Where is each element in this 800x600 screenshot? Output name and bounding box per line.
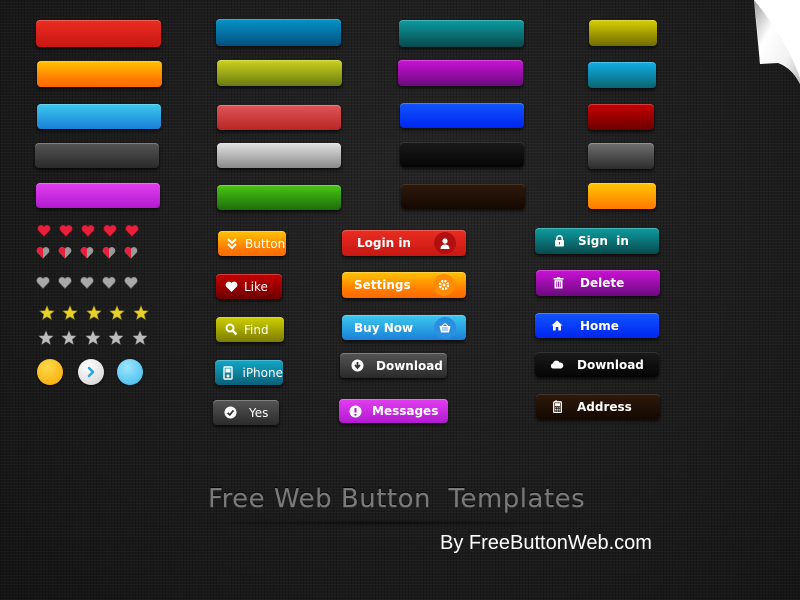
blue-circle-button[interactable]	[117, 359, 143, 385]
plain-button-teal[interactable]	[399, 20, 524, 47]
star-gold-icon[interactable]	[109, 305, 125, 325]
download-button-dark[interactable]: Download	[340, 353, 447, 378]
title-shadow-divider	[180, 520, 600, 526]
find-label: Find	[244, 322, 269, 337]
heart-full-icon[interactable]	[59, 223, 73, 242]
trash-icon	[551, 277, 565, 289]
user-icon	[434, 232, 456, 254]
ipod-icon	[219, 365, 236, 380]
plain-button-dark-gray[interactable]	[35, 143, 159, 168]
basket-icon	[434, 316, 456, 339]
yes-button[interactable]: Yes	[213, 400, 279, 425]
plain-button-brown[interactable]	[401, 184, 525, 209]
heart-full-icon[interactable]	[103, 223, 117, 242]
star-gold-icon[interactable]	[86, 305, 102, 325]
plain-button-cyan[interactable]	[588, 62, 656, 88]
star-gray-icon[interactable]	[108, 330, 124, 350]
plain-button-purple[interactable]	[398, 60, 523, 86]
heart-empty-icon[interactable]	[80, 275, 94, 294]
heart-full-icon[interactable]	[37, 223, 51, 242]
like-button[interactable]: Like	[216, 274, 282, 299]
buy-now-button[interactable]: Buy Now	[342, 315, 466, 340]
download-button-black[interactable]: Download	[535, 352, 659, 377]
settings-label: Settings	[354, 278, 411, 292]
heart-full-icon[interactable]	[81, 223, 95, 242]
settings-button[interactable]: Settings	[342, 272, 466, 298]
home-button[interactable]: Home	[535, 313, 659, 338]
next-arrow-circle-button[interactable]	[78, 359, 104, 385]
delete-button[interactable]: Delete	[536, 270, 660, 296]
iphone-label: iPhone	[242, 365, 283, 380]
plain-button-magenta[interactable]	[36, 183, 160, 208]
heart-empty-icon[interactable]	[102, 275, 116, 294]
star-gold-icon[interactable]	[39, 305, 55, 325]
plain-button-salmon-red[interactable]	[217, 105, 341, 130]
messages-label: Messages	[372, 404, 439, 418]
buy-now-label: Buy Now	[354, 320, 414, 335]
delete-label: Delete	[580, 276, 625, 290]
heart-empty-icon[interactable]	[124, 275, 138, 294]
plain-button-red[interactable]	[36, 20, 161, 47]
heart-half-icon[interactable]	[36, 245, 50, 264]
plain-button-blue[interactable]	[216, 19, 341, 46]
plain-button-black[interactable]	[400, 142, 524, 167]
login-label: Login in	[357, 236, 411, 250]
yellow-circle-button[interactable]	[37, 359, 63, 385]
credit-text: By FreeButtonWeb.com	[440, 532, 652, 554]
find-button[interactable]: Find	[216, 317, 284, 342]
sign-in-button[interactable]: Sign in	[535, 228, 659, 254]
star-gray-icon[interactable]	[132, 330, 148, 350]
sign-in-label: Sign in	[578, 234, 629, 248]
plain-button-sky-blue[interactable]	[37, 104, 161, 129]
heart-half-icon[interactable]	[124, 245, 138, 264]
heart-icon	[220, 281, 242, 293]
button-button[interactable]: Button	[218, 231, 286, 256]
download-circle-icon	[350, 359, 364, 373]
heart-half-icon[interactable]	[102, 245, 116, 264]
plain-button-graphite[interactable]	[588, 143, 654, 169]
plain-button-royal-blue[interactable]	[400, 103, 524, 128]
star-gray-icon[interactable]	[38, 330, 54, 350]
home-icon	[550, 320, 564, 331]
plain-button-silver[interactable]	[217, 143, 341, 168]
page-curl-icon	[754, 0, 800, 84]
plain-button-amber[interactable]	[588, 183, 656, 209]
page-title: Free Web Button Templates	[208, 484, 586, 514]
like-label: Like	[244, 279, 268, 294]
login-button[interactable]: Login in	[342, 230, 466, 256]
heart-empty-icon[interactable]	[36, 275, 50, 294]
lock-icon	[552, 235, 566, 247]
star-gray-icon[interactable]	[61, 330, 77, 350]
chevron-right-icon	[87, 366, 95, 378]
plain-button-orange[interactable]	[37, 61, 162, 87]
cloud-icon	[549, 360, 565, 369]
gear-icon	[433, 274, 455, 296]
plain-button-crimson[interactable]	[588, 104, 654, 130]
address-label: Address	[577, 399, 632, 414]
star-gold-icon[interactable]	[62, 305, 78, 325]
button-label: Button	[245, 236, 286, 251]
address-button[interactable]: Address	[536, 394, 660, 419]
messages-button[interactable]: Messages	[339, 399, 448, 423]
exclamation-circle-icon	[348, 404, 362, 418]
heart-full-icon[interactable]	[125, 223, 139, 242]
home-label: Home	[580, 318, 619, 333]
plain-button-green[interactable]	[217, 185, 341, 210]
yes-label: Yes	[249, 405, 269, 420]
plain-button-yellow[interactable]	[589, 20, 657, 46]
iphone-button[interactable]: iPhone	[215, 360, 283, 385]
heart-half-icon[interactable]	[80, 245, 94, 264]
heart-empty-icon[interactable]	[58, 275, 72, 294]
double-chevron-down-icon	[221, 237, 243, 250]
download-label-black: Download	[577, 357, 644, 372]
star-gold-icon[interactable]	[133, 305, 149, 325]
check-circle-icon	[219, 406, 241, 419]
mobile-phone-icon	[550, 400, 564, 413]
plain-button-olive[interactable]	[217, 60, 342, 86]
search-icon	[220, 323, 242, 336]
heart-half-icon[interactable]	[58, 245, 72, 264]
download-label: Download	[376, 358, 443, 373]
star-gray-icon[interactable]	[85, 330, 101, 350]
